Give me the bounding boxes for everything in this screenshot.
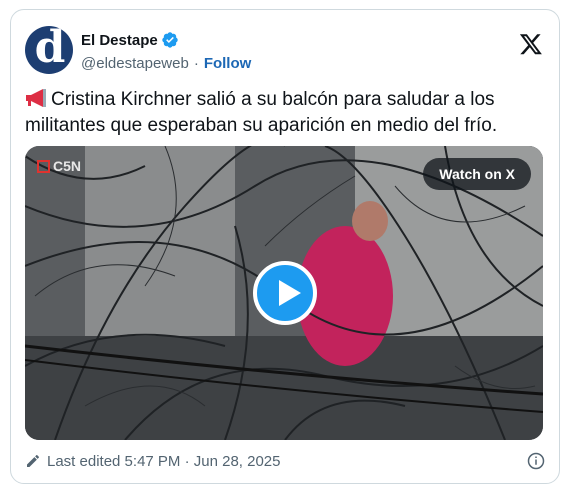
verified-badge-icon (162, 32, 178, 48)
name-row: El Destape (81, 30, 251, 50)
pencil-icon (27, 455, 39, 467)
info-icon[interactable] (527, 452, 545, 470)
display-name[interactable]: El Destape (81, 32, 158, 49)
play-button[interactable] (253, 261, 317, 325)
avatar[interactable]: d (25, 26, 73, 74)
handle-row: @eldestapeweb · Follow (81, 52, 251, 74)
separator-dot: · (193, 54, 199, 72)
watch-on-x-button[interactable]: Watch on X (423, 158, 531, 190)
tweet-footer: Last edited 5:47 PM · Jun 28, 2025 (25, 450, 545, 472)
tweet-body: Cristina Kirchner salió a su balcón para… (25, 89, 498, 136)
tweet-header: d El Destape @eldestapeweb · Follow (25, 24, 545, 76)
megaphone-icon (26, 89, 46, 107)
tweet-text: Cristina Kirchner salió a su balcón para… (25, 87, 545, 139)
channel-label: C5N (53, 158, 82, 174)
channel-watermark: C5N (37, 158, 81, 174)
video-player[interactable]: C5N Watch on X (25, 146, 543, 440)
play-icon (279, 280, 301, 306)
follow-button[interactable]: Follow (204, 55, 252, 72)
tweet-card: d El Destape @eldestapeweb · Follow Cris… (10, 9, 560, 484)
last-edited-label[interactable]: Last edited 5:47 PM · Jun 28, 2025 (47, 453, 281, 470)
x-logo-icon[interactable] (519, 32, 543, 56)
channel-logo-box (37, 159, 50, 173)
author-info: El Destape @eldestapeweb · Follow (81, 30, 251, 74)
handle[interactable]: @eldestapeweb (81, 55, 189, 72)
avatar-logo: d (34, 26, 66, 73)
